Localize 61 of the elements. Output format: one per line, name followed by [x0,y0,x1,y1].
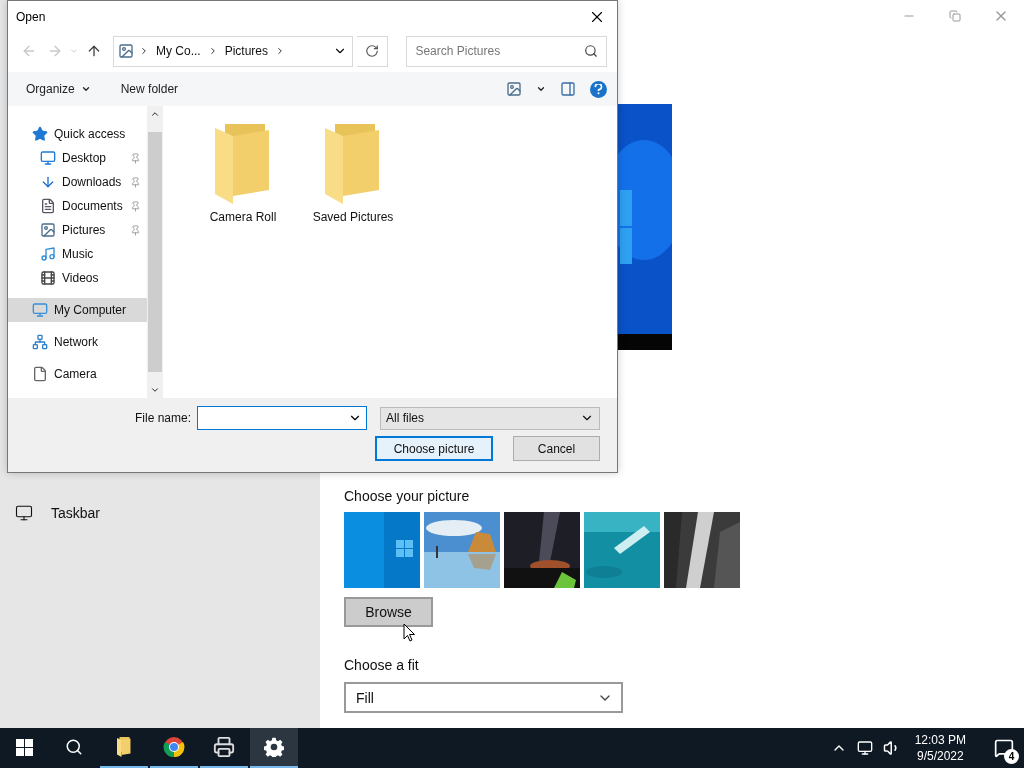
nav-item[interactable]: Camera [8,362,147,386]
nav-item[interactable]: Quick access [8,122,147,146]
nav-item[interactable]: Documents [8,194,147,218]
nav-item[interactable]: Pictures [8,218,147,242]
settings-icon[interactable] [250,728,298,768]
taskbar-icon [15,504,33,522]
preview-pane-icon[interactable] [560,81,576,97]
image-icon [118,43,134,59]
file-name-field[interactable] [197,406,367,430]
new-folder-button[interactable]: New folder [120,82,179,96]
cursor-icon [403,623,416,642]
search-field[interactable]: Search Pictures [406,35,607,67]
printer-icon[interactable] [213,736,235,758]
organize-button[interactable]: Organize [26,82,91,96]
nav-item[interactable]: Network [8,330,147,354]
scroll-up-icon[interactable] [150,109,160,119]
document-icon [40,198,56,214]
windows-logo-icon[interactable] [15,738,33,756]
file-icon [32,366,48,382]
caret-icon[interactable] [80,84,91,94]
dialog-title: Open [16,10,46,24]
section-heading: Choose a fit [344,657,420,673]
refresh-button[interactable] [356,35,389,67]
caret-icon[interactable] [536,84,546,94]
network-icon[interactable] [856,740,873,756]
star-icon [32,126,48,142]
sidebar-item[interactable]: Taskbar [0,503,320,523]
section-heading: Choose your picture [344,488,471,504]
nav-item[interactable]: Videos [8,266,147,290]
browser-icon[interactable] [163,736,185,758]
computer-icon [32,302,48,318]
fit-dropdown[interactable]: Fill [344,682,623,713]
address-bar[interactable]: My Co... Pictures [113,35,353,67]
view-icon[interactable] [506,81,522,97]
music-icon [40,246,56,262]
search-icon[interactable] [65,738,83,756]
network-icon [32,334,48,350]
file-type-dropdown[interactable]: All files [380,406,600,430]
scrollbar-thumb[interactable] [148,132,162,372]
browse-button[interactable]: Browse [344,597,433,627]
help-icon[interactable] [590,80,607,98]
notification-badge: 4 [1004,749,1019,764]
folder-name[interactable]: Saved Pictures [312,210,394,224]
choose-picture-button[interactable]: Choose picture [375,436,493,461]
file-name-label: File name: [134,411,191,425]
image-icon [40,222,56,238]
scroll-down-icon[interactable] [150,385,160,395]
refresh-icon[interactable] [365,44,380,58]
film-icon [40,270,56,286]
nav-item[interactable]: Downloads [8,170,147,194]
breadcrumb[interactable]: Pictures [222,44,270,58]
clock[interactable]: 12:03 PM 9/5/2022 [914,732,966,764]
search-icon[interactable] [584,44,598,58]
settings-icon[interactable] [264,737,284,757]
nav-item[interactable]: My Computer [8,298,147,322]
nav-item[interactable]: Music [8,242,147,266]
nav-item[interactable]: Desktop [8,146,147,170]
monitor-icon [40,150,56,166]
cancel-button[interactable]: Cancel [513,436,600,461]
folder-name[interactable]: Camera Roll [209,210,277,224]
breadcrumb[interactable]: My Co... [154,44,203,58]
